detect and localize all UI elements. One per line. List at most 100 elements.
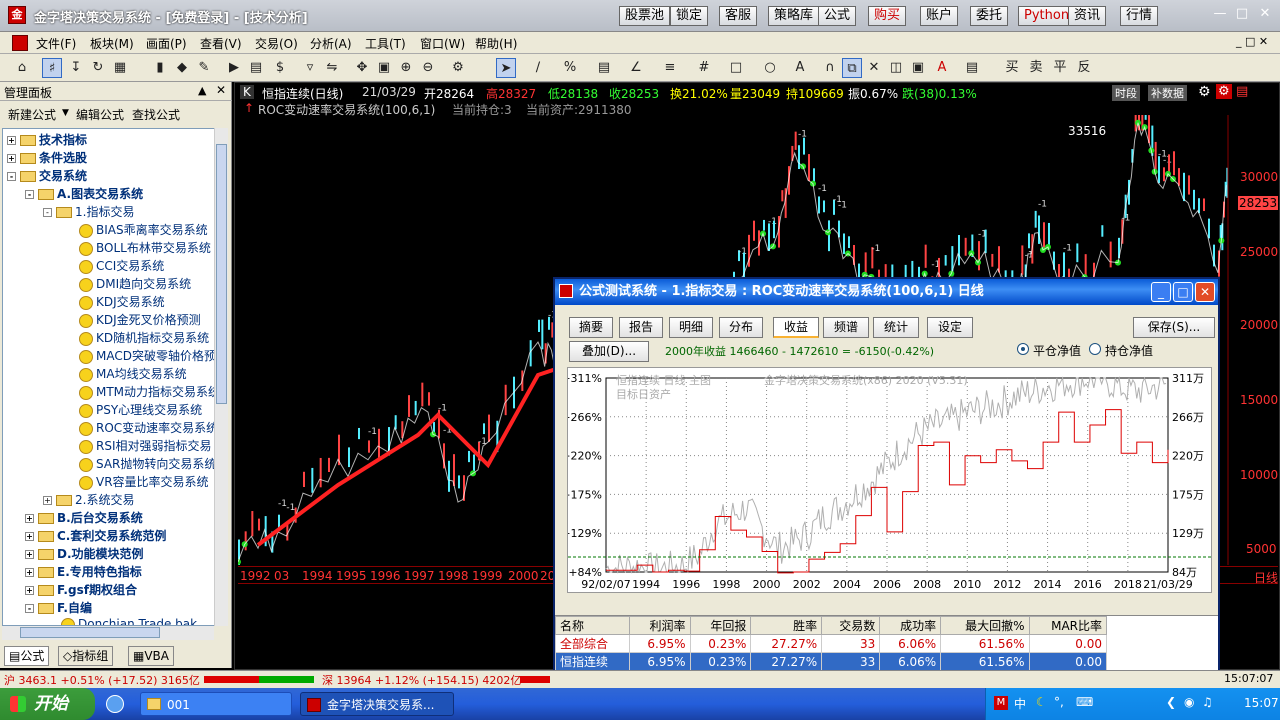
tree-scrollbar[interactable] <box>214 128 228 626</box>
tree-folder[interactable]: + 技术指标 <box>7 131 87 148</box>
tab-vba[interactable]: ▦VBA <box>128 646 174 666</box>
tree-folder[interactable]: + 条件选股 <box>7 149 87 166</box>
chart-color-icon[interactable]: ⚙ <box>1216 84 1232 99</box>
taskbar-folder-item[interactable]: 001 <box>140 692 292 716</box>
expand-toggle-icon[interactable]: + <box>25 550 34 559</box>
menu-help[interactable]: 帮助(H) <box>475 35 517 52</box>
chart-settings-icon[interactable]: ⚙ <box>1198 84 1211 100</box>
buy-button[interactable]: 购买 <box>868 6 907 26</box>
radio-close-value[interactable] <box>1017 343 1029 355</box>
tree-formula-item[interactable]: MA均线交易系统 <box>79 365 187 382</box>
formula-button[interactable]: 公式 <box>818 6 857 26</box>
angle-icon[interactable]: ∠ <box>626 58 646 78</box>
tree-formula-item[interactable]: KDJ交易系统 <box>79 293 165 310</box>
tab-indicator-group[interactable]: ◇指标组 <box>58 646 114 666</box>
overlay-button[interactable]: 叠加(D)... <box>569 341 649 362</box>
percent-icon[interactable]: % <box>560 58 580 78</box>
tree-folder[interactable]: - F.自编 <box>25 599 92 616</box>
table-row[interactable]: 恒指连续 6.95% 0.23% 27.27% 33 6.06% 61.56% 0.00 <box>555 652 1108 671</box>
zoom-in-icon[interactable]: ⊕ <box>396 58 416 78</box>
tree-folder[interactable]: + F.gsf期权组合 <box>25 581 137 598</box>
ie-quicklaunch-icon[interactable] <box>106 695 124 713</box>
expand-toggle-icon[interactable]: - <box>7 172 16 181</box>
radio-hold-value[interactable] <box>1089 343 1101 355</box>
chevron-down-icon[interactable]: ▼ <box>62 108 69 118</box>
ruler-icon[interactable]: ▤ <box>594 58 614 78</box>
text-tool-icon[interactable]: A <box>790 58 810 78</box>
account-button[interactable]: 账户 <box>920 6 959 26</box>
tree-formula-item[interactable]: SAR抛物转向交易系统 <box>79 455 216 472</box>
edit-formula-button[interactable]: 编辑公式 <box>76 106 124 123</box>
ime-indicator[interactable]: 中 <box>1014 695 1026 712</box>
settings-icon[interactable]: ⚙ <box>448 58 468 78</box>
tree-folder[interactable]: - 1.指标交易 <box>43 203 134 220</box>
dialog-maximize-icon[interactable]: □ <box>1173 282 1193 302</box>
tab-report[interactable]: 报告 <box>619 317 663 338</box>
flat-tool-icon[interactable]: 平 <box>1050 58 1070 78</box>
radio-close-label[interactable]: 平仓净值 <box>1033 342 1081 359</box>
tab-spectrum[interactable]: 频谱 <box>823 317 869 338</box>
chart-layout-icon[interactable]: ▤ <box>1236 84 1248 99</box>
tree-formula-item[interactable]: CCI交易系统 <box>79 257 164 274</box>
tab-formula[interactable]: ▤公式 <box>4 646 50 666</box>
expand-toggle-icon[interactable]: - <box>25 604 34 613</box>
column-header[interactable]: 年回报 <box>689 616 752 635</box>
tab-detail[interactable]: 明细 <box>669 317 713 338</box>
expand-toggle-icon[interactable]: + <box>25 586 34 595</box>
home-icon[interactable]: ⌂ <box>12 58 32 78</box>
volume-icon[interactable]: ♫ <box>1202 695 1213 709</box>
line-draw-icon[interactable]: ∕ <box>528 58 548 78</box>
link-icon[interactable]: ♯ <box>42 58 62 78</box>
start-button[interactable]: 开始 <box>0 688 95 720</box>
menu-file[interactable]: 文件(F) <box>36 35 76 52</box>
download-icon[interactable]: ↧ <box>66 58 86 78</box>
cursor-icon[interactable]: ➤ <box>496 58 516 78</box>
column-header[interactable]: MAR比率 <box>1028 616 1108 635</box>
delete-icon[interactable]: ✕ <box>864 58 884 78</box>
sell-tool-icon[interactable]: 卖 <box>1026 58 1046 78</box>
vertical-lines-icon[interactable]: ≡ <box>660 58 680 78</box>
expand-toggle-icon[interactable]: + <box>25 532 34 541</box>
dialog-minimize-icon[interactable]: _ <box>1151 282 1171 302</box>
font-color-icon[interactable]: A <box>932 58 952 78</box>
network-icon[interactable]: ◉ <box>1184 695 1194 709</box>
panel-close-icon[interactable]: ✕ <box>216 83 226 97</box>
tree-formula-item[interactable]: ROC变动速率交易系统 <box>79 419 218 436</box>
lock-tool-icon[interactable]: ▣ <box>908 58 928 78</box>
tree-formula-item[interactable]: MTM动力指标交易系统 <box>79 383 220 400</box>
move-icon[interactable]: ✥ <box>352 58 372 78</box>
menu-view-layout[interactable]: 画面(P) <box>146 35 187 52</box>
dialog-close-icon[interactable]: ✕ <box>1195 282 1215 302</box>
taskbar-app-item[interactable]: 金字塔决策交易系... <box>300 692 454 716</box>
service-button[interactable]: 客服 <box>719 6 758 26</box>
expand-icon[interactable]: ▣ <box>374 58 394 78</box>
rectangle-icon[interactable]: □ <box>726 58 746 78</box>
tree-formula-item[interactable]: Donchian Trade.bak <box>61 617 197 625</box>
stock-pool-button[interactable]: 股票池 <box>619 6 671 26</box>
equity-plot[interactable]: +311% 311万 +266% 266万 +220% 220万 +175% 175万 +129… <box>561 367 1213 593</box>
candlestick-icon[interactable]: ▮ <box>150 58 170 78</box>
tree-folder[interactable]: - 交易系统 <box>7 167 87 184</box>
chart-switch-icon[interactable]: ⇋ <box>322 58 342 78</box>
period-button[interactable]: 时段 <box>1112 85 1140 101</box>
expand-toggle-icon[interactable]: + <box>25 514 34 523</box>
tree-formula-item[interactable]: RSI相对强弱指标交易 <box>79 437 212 454</box>
column-header[interactable]: 最大回撤% <box>940 616 1030 635</box>
tray-m-icon[interactable]: M <box>994 696 1008 710</box>
trash-icon[interactable]: ◫ <box>886 58 906 78</box>
strategy-library-button[interactable]: 策略库 <box>768 6 820 26</box>
python-button[interactable]: Python <box>1018 6 1076 26</box>
document-icon[interactable]: ▤ <box>246 58 266 78</box>
keyboard-icon[interactable]: ⌨ <box>1076 695 1093 709</box>
menu-analysis[interactable]: 分析(A) <box>310 35 352 52</box>
expand-toggle-icon[interactable]: + <box>25 568 34 577</box>
zoom-out-icon[interactable]: ⊖ <box>418 58 438 78</box>
reverse-tool-icon[interactable]: 反 <box>1074 58 1094 78</box>
column-header[interactable]: 交易数 <box>821 616 881 635</box>
tree-formula-item[interactable]: MACD突破零轴价格预 <box>79 347 216 364</box>
copy-icon[interactable]: ⧉ <box>842 58 862 78</box>
mdi-controls-icon[interactable]: _ □ ✕ <box>1236 35 1268 48</box>
hash-icon[interactable]: # <box>694 58 714 78</box>
expand-toggle-icon[interactable]: - <box>43 208 52 217</box>
moon-icon[interactable]: ☾ <box>1036 695 1047 709</box>
